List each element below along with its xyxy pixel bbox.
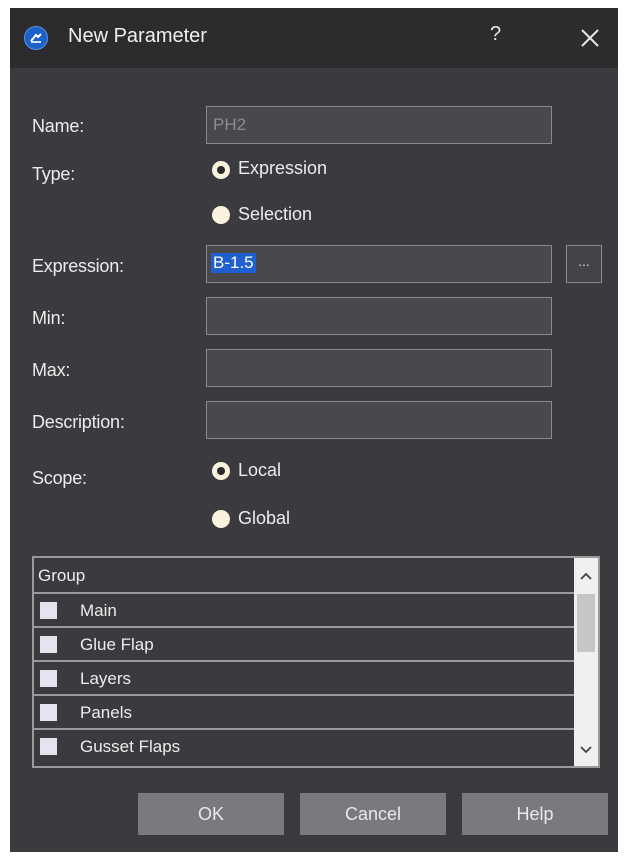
scope-local-radio[interactable] xyxy=(212,462,230,480)
expression-label: Expression: xyxy=(32,256,124,276)
new-parameter-dialog: New Parameter ? Name: PH2 Type: Expressi… xyxy=(10,8,618,852)
type-expression-radio[interactable] xyxy=(212,161,230,179)
help-button[interactable]: Help xyxy=(462,793,608,835)
vertical-scrollbar[interactable] xyxy=(574,558,598,766)
min-label: Min: xyxy=(32,308,66,328)
min-field[interactable] xyxy=(206,297,552,335)
checkbox[interactable] xyxy=(40,704,57,721)
list-item-label: Gusset Flaps xyxy=(80,737,181,756)
scroll-up-icon[interactable] xyxy=(574,562,598,590)
expression-field[interactable]: B-1.5 xyxy=(206,245,552,283)
description-field[interactable] xyxy=(206,401,552,439)
expression-browse-button[interactable]: ... xyxy=(566,245,602,283)
name-value: PH2 xyxy=(213,115,247,134)
scroll-down-icon[interactable] xyxy=(574,736,598,764)
list-item-label: Glue Flap xyxy=(80,635,154,654)
cancel-button[interactable]: Cancel xyxy=(300,793,446,835)
list-item-label: Layers xyxy=(80,669,132,688)
max-label: Max: xyxy=(32,360,71,380)
help-title-button[interactable]: ? xyxy=(490,23,501,46)
title-bar: New Parameter ? xyxy=(10,8,618,68)
list-item[interactable]: Panels xyxy=(34,696,574,730)
type-expression-label[interactable]: Expression xyxy=(238,158,327,179)
checkbox[interactable] xyxy=(40,738,57,755)
checkbox[interactable] xyxy=(40,636,57,653)
name-field[interactable]: PH2 xyxy=(206,106,552,144)
type-label: Type: xyxy=(32,164,76,184)
group-column-header[interactable]: Group xyxy=(34,558,574,594)
scrollbar-thumb[interactable] xyxy=(577,594,595,652)
scope-global-label[interactable]: Global xyxy=(238,508,290,529)
list-item[interactable]: Layers xyxy=(34,662,574,696)
name-label: Name: xyxy=(32,116,85,136)
max-field[interactable] xyxy=(206,349,552,387)
group-list[interactable]: Group Main Glue Flap Layers Panels Gusse… xyxy=(32,556,600,768)
expression-value: B-1.5 xyxy=(211,253,256,273)
list-item-label: Panels xyxy=(80,703,132,722)
checkbox[interactable] xyxy=(40,670,57,687)
app-logo-icon xyxy=(24,26,48,50)
scope-local-label[interactable]: Local xyxy=(238,460,281,481)
list-item[interactable]: Gusset Flaps xyxy=(34,730,574,764)
close-icon[interactable] xyxy=(578,26,602,50)
checkbox[interactable] xyxy=(40,602,57,619)
type-selection-label[interactable]: Selection xyxy=(238,204,312,225)
type-selection-radio[interactable] xyxy=(212,206,230,224)
scope-global-radio[interactable] xyxy=(212,510,230,528)
list-item-label: Main xyxy=(80,601,117,620)
dialog-title: New Parameter xyxy=(68,25,207,47)
list-item[interactable]: Main xyxy=(34,594,574,628)
scope-label: Scope: xyxy=(32,468,87,488)
list-item[interactable]: Glue Flap xyxy=(34,628,574,662)
ok-button[interactable]: OK xyxy=(138,793,284,835)
group-header-label: Group xyxy=(38,566,86,585)
description-label: Description: xyxy=(32,412,125,432)
